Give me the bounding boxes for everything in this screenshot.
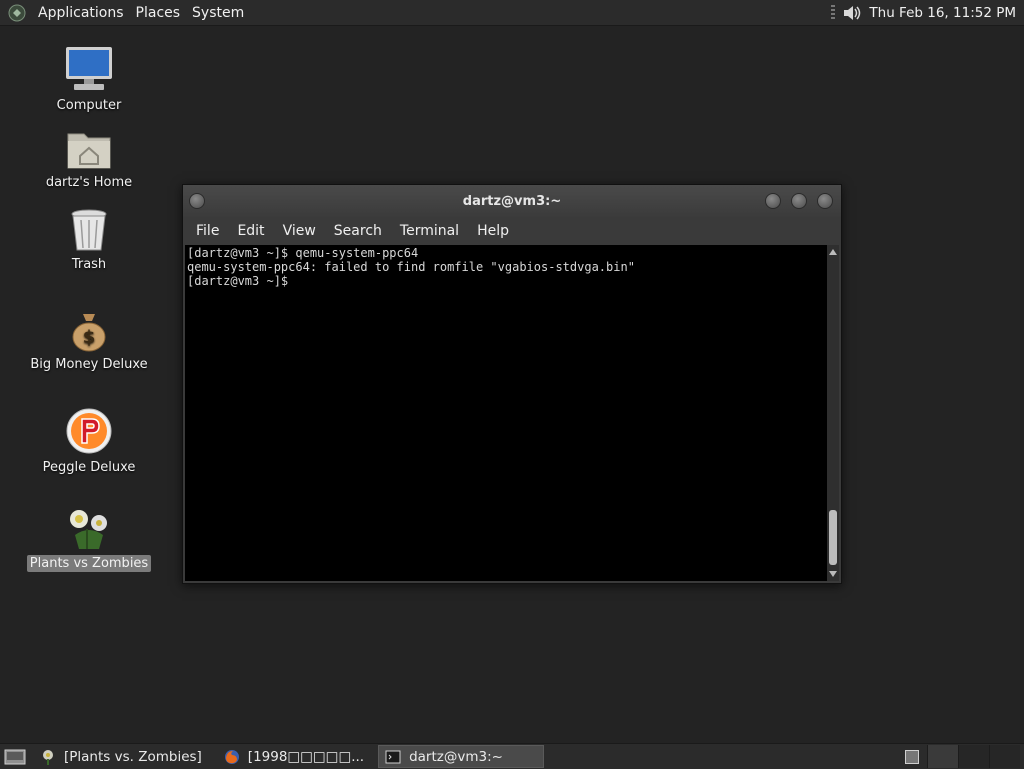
panel-grip — [831, 4, 836, 21]
menu-system[interactable]: System — [186, 5, 250, 21]
taskbar-item-label: [1998□□□□□... — [247, 748, 365, 765]
plants-vs-zombies-icon — [43, 749, 53, 765]
taskbar-item-plants-vs-zombies[interactable]: [Plants vs. Zombies] — [34, 745, 208, 768]
computer-icon — [66, 47, 112, 90]
menu-view[interactable]: View — [274, 223, 325, 239]
terminal-icon — [385, 750, 401, 763]
scrollbar-thumb[interactable] — [829, 510, 837, 565]
terminal-window[interactable]: dartz@vm3:~ File Edit View Search Termin… — [182, 184, 842, 584]
money-bag-icon: $ — [72, 314, 106, 352]
desktop-icon-computer[interactable]: Computer — [14, 45, 164, 114]
clock[interactable]: Thu Feb 16, 11:52 PM — [869, 5, 1024, 21]
menu-edit[interactable]: Edit — [228, 223, 273, 239]
close-button[interactable] — [817, 193, 833, 209]
menu-file[interactable]: File — [187, 223, 228, 239]
terminal-scrollbar[interactable] — [827, 245, 839, 581]
volume-icon[interactable] — [841, 3, 863, 23]
desktop-icon-trash[interactable]: Trash — [14, 208, 164, 273]
taskbar-item-label: dartz@vm3:~ — [409, 748, 503, 765]
desktop-icon-label: Plants vs Zombies — [26, 555, 152, 572]
workspace-3[interactable] — [989, 745, 1020, 768]
workspace-1[interactable] — [927, 745, 958, 768]
maximize-button[interactable] — [791, 193, 807, 209]
desktop-icon-big-money[interactable]: $ Big Money Deluxe — [14, 310, 164, 373]
plants-vs-zombies-icon — [70, 510, 107, 549]
scroll-up-icon[interactable] — [829, 249, 837, 255]
menu-applications[interactable]: Applications — [32, 5, 130, 21]
workspace-indicator-icon[interactable] — [905, 749, 919, 764]
minimize-button[interactable] — [765, 193, 781, 209]
terminal-menubar: File Edit View Search Terminal Help — [183, 217, 841, 244]
desktop-icon-label: Big Money Deluxe — [30, 357, 148, 372]
terminal-line: qemu-system-ppc64: failed to find romfil… — [187, 260, 635, 274]
window-title: dartz@vm3:~ — [462, 193, 562, 209]
desktop-icon-label: Peggle Deluxe — [42, 460, 136, 475]
trash-icon — [71, 209, 107, 251]
menu-terminal[interactable]: Terminal — [391, 223, 468, 239]
desktop-icon-peggle[interactable]: Peggle Deluxe — [14, 407, 164, 476]
taskbar-item-label: [Plants vs. Zombies] — [64, 748, 202, 765]
terminal-output[interactable]: [dartz@vm3 ~]$ qemu-system-ppc64 qemu-sys… — [185, 245, 827, 581]
distro-logo-icon[interactable] — [8, 4, 26, 22]
terminal-prompt-line: [dartz@vm3 ~]$ — [187, 274, 296, 288]
desktop-icon-home[interactable]: dartz's Home — [14, 128, 164, 191]
scroll-down-icon[interactable] — [829, 571, 837, 577]
peggle-icon — [66, 408, 112, 454]
taskbar-item-terminal[interactable]: dartz@vm3:~ — [378, 745, 545, 768]
menu-search[interactable]: Search — [325, 223, 391, 239]
workspace-2[interactable] — [958, 745, 989, 768]
desktop-icon-label: Computer — [56, 98, 122, 113]
menu-places[interactable]: Places — [130, 5, 187, 21]
window-menu-icon[interactable] — [189, 193, 205, 209]
home-folder-icon — [67, 133, 111, 169]
window-titlebar[interactable]: dartz@vm3:~ — [183, 185, 841, 217]
bottom-panel: [Plants vs. Zombies] [1998□□□□□... dartz… — [0, 743, 1024, 769]
firefox-icon — [224, 749, 239, 764]
terminal-line: [dartz@vm3 ~]$ qemu-system-ppc64 — [187, 246, 419, 260]
desktop-icon-label: dartz's Home — [45, 175, 133, 190]
svg-text:$: $ — [83, 327, 96, 348]
taskbar-item-browser[interactable]: [1998□□□□□... — [218, 745, 370, 768]
top-panel: Applications Places System Thu Feb 16, 1… — [0, 0, 1024, 26]
desktop-icon-label: Trash — [71, 257, 107, 272]
show-desktop-icon[interactable] — [4, 747, 26, 767]
desktop-icon-plants-vs-zombies[interactable]: Plants vs Zombies — [14, 505, 164, 572]
menu-help[interactable]: Help — [468, 223, 518, 239]
